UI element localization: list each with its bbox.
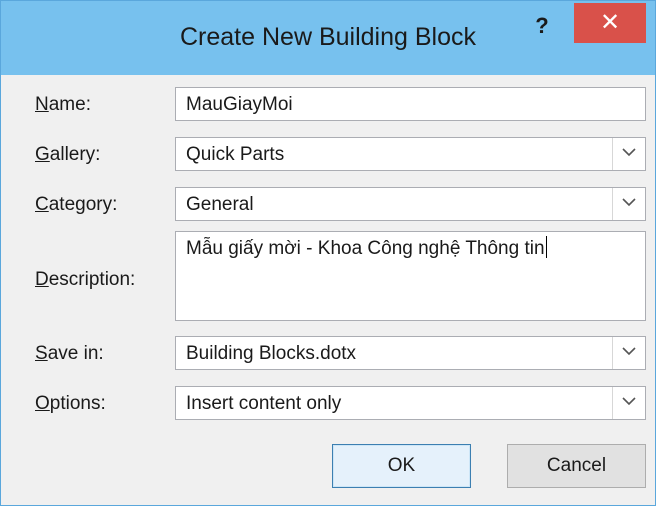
save-in-label: Save in: [35,343,104,364]
gallery-value: Quick Parts [186,144,285,165]
description-value: Mẫu giấy mời - Khoa Công nghệ Thông tin [186,236,547,259]
gallery-label: Gallery: [35,144,101,165]
chevron-down-icon [622,397,636,406]
ok-button[interactable]: OK [332,444,471,488]
create-building-block-dialog: Create New Building Block ? ✕ Name: MauG… [0,0,656,506]
close-button[interactable]: ✕ [574,3,646,43]
options-label: Options: [35,393,106,414]
cancel-button[interactable]: Cancel [507,444,646,488]
name-value: MauGiayMoi [186,94,293,115]
chevron-down-icon [622,198,636,207]
title-bar[interactable]: Create New Building Block ? ✕ [1,1,655,75]
description-label: Description: [35,269,136,290]
chevron-down-icon [622,347,636,356]
description-textarea[interactable]: Mẫu giấy mời - Khoa Công nghệ Thông tin [175,231,646,321]
help-button[interactable]: ? [527,11,557,45]
options-dropdown-button[interactable] [612,387,645,419]
name-label: Name: [35,94,91,115]
gallery-dropdown-button[interactable] [612,138,645,170]
save-in-dropdown-button[interactable] [612,337,645,369]
options-dropdown[interactable]: Insert content only [175,386,646,420]
category-dropdown-button[interactable] [612,188,645,220]
save-in-value: Building Blocks.dotx [186,343,357,364]
chevron-down-icon [622,148,636,157]
category-value: General [186,194,254,215]
help-icon: ? [535,13,549,38]
dialog-content: Name: MauGiayMoi Gallery: Quick Parts Ca… [11,75,646,495]
save-in-dropdown[interactable]: Building Blocks.dotx [175,336,646,370]
category-label: Category: [35,194,118,215]
text-caret [545,236,547,258]
options-value: Insert content only [186,393,342,414]
gallery-dropdown[interactable]: Quick Parts [175,137,646,171]
category-dropdown[interactable]: General [175,187,646,221]
close-icon: ✕ [599,9,621,36]
name-input[interactable]: MauGiayMoi [175,87,646,121]
